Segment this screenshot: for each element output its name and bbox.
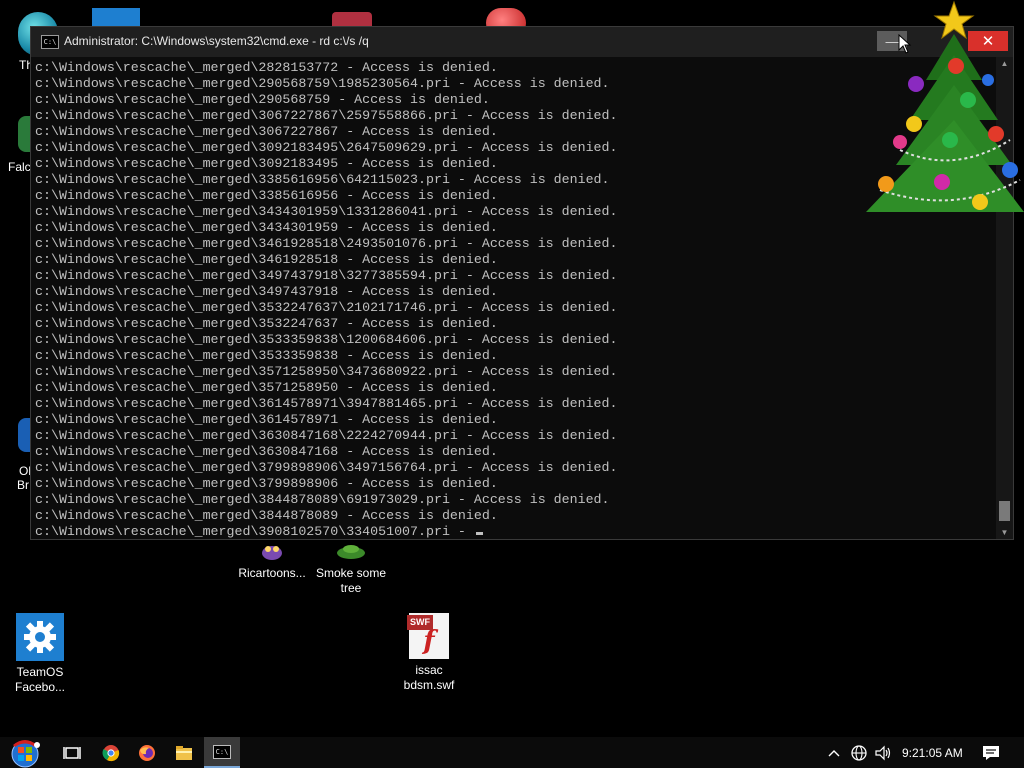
console-line: c:\Windows\rescache\_merged\3571258950\3…	[35, 364, 618, 379]
console-line: c:\Windows\rescache\_merged\3571258950 -…	[35, 380, 498, 395]
task-view-icon[interactable]	[58, 737, 86, 768]
gear-icon	[16, 613, 64, 661]
console-line: c:\Windows\rescache\_merged\3614578971 -…	[35, 412, 498, 427]
console-line: c:\Windows\rescache\_merged\3908102570\3…	[35, 524, 995, 539]
file-explorer-icon[interactable]	[170, 737, 198, 768]
console-line: c:\Windows\rescache\_merged\3461928518\2…	[35, 236, 618, 251]
mouse-pointer-icon	[898, 33, 912, 59]
console-line: c:\Windows\rescache\_merged\2828153772 -…	[35, 60, 498, 75]
scroll-down-arrow-icon[interactable]: ▼	[996, 528, 1013, 537]
swf-file-icon: SWF f	[407, 613, 449, 659]
console-line: c:\Windows\rescache\_merged\3844878089 -…	[35, 508, 498, 523]
console-line: c:\Windows\rescache\_merged\3092183495 -…	[35, 156, 498, 171]
console-line: c:\Windows\rescache\_merged\3844878089\6…	[35, 492, 610, 507]
console-line: c:\Windows\rescache\_merged\290568759\19…	[35, 76, 610, 91]
desktop-icon-teamos[interactable]: TeamOS Facebo...	[0, 613, 80, 695]
console-line: c:\Windows\rescache\_merged\3385616956 -…	[35, 188, 498, 203]
console-line: c:\Windows\rescache\_merged\3385616956\6…	[35, 172, 610, 187]
volume-icon[interactable]	[874, 737, 892, 768]
cmd-window-icon[interactable]: C:\	[41, 35, 59, 49]
console-line: c:\Windows\rescache\_merged\3434301959 -…	[35, 220, 498, 235]
console-line: c:\Windows\rescache\_merged\3532247637\2…	[35, 300, 618, 315]
console-line: c:\Windows\rescache\_merged\3532247637 -…	[35, 316, 498, 331]
console-line: c:\Windows\rescache\_merged\3067227867 -…	[35, 124, 498, 139]
network-icon[interactable]	[850, 737, 868, 768]
console-line: c:\Windows\rescache\_merged\3434301959\1…	[35, 204, 618, 219]
notification-icon[interactable]	[982, 737, 1000, 768]
chrome-icon[interactable]	[98, 737, 124, 768]
desktop-icon-smoke[interactable]: Smoke some tree	[311, 540, 391, 596]
console-line: c:\Windows\rescache\_merged\3092183495\2…	[35, 140, 618, 155]
desktop-icon-label: Smoke some tree	[315, 566, 387, 595]
desktop-icon-label: issac bdsm.swf	[403, 663, 455, 692]
cmd-icon: C:\	[213, 744, 231, 759]
console-line: c:\Windows\rescache\_merged\3067227867\2…	[35, 108, 618, 123]
window-title: Administrator: C:\Windows\system32\cmd.e…	[64, 34, 369, 48]
console-line: c:\Windows\rescache\_merged\290568759 - …	[35, 92, 490, 107]
text-cursor	[475, 532, 483, 535]
cartoon-shortcut-icon	[248, 540, 296, 562]
chevron-up-icon[interactable]	[828, 737, 840, 768]
desktop-icon-label: TeamOS Facebo...	[14, 665, 66, 694]
start-orb-icon[interactable]	[6, 737, 44, 768]
console-line: c:\Windows\rescache\_merged\3799898906\3…	[35, 460, 618, 475]
firefox-icon[interactable]	[134, 737, 160, 768]
taskbar-clock[interactable]: 9:21:05 AM	[902, 737, 963, 768]
console-line: c:\Windows\rescache\_merged\3497437918\3…	[35, 268, 618, 283]
console-output[interactable]: c:\Windows\rescache\_merged\2828153772 -…	[31, 57, 995, 539]
console-line: c:\Windows\rescache\_merged\3461928518 -…	[35, 252, 498, 267]
desktop-label-br: Br	[17, 478, 29, 492]
desktop-label-falc: Falc	[8, 160, 31, 174]
desktop-icon-issac[interactable]: SWF f issac bdsm.swf	[389, 613, 469, 693]
console-line: c:\Windows\rescache\_merged\3497437918 -…	[35, 284, 498, 299]
console-line: c:\Windows\rescache\_merged\3614578971\3…	[35, 396, 618, 411]
scrollbar-thumb[interactable]	[999, 501, 1010, 521]
christmas-tree-decoration	[860, 0, 1024, 240]
desktop-icon-ricartoons[interactable]: Ricartoons...	[232, 540, 312, 581]
console-line: c:\Windows\rescache\_merged\3630847168\2…	[35, 428, 618, 443]
console-line: c:\Windows\rescache\_merged\3533359838 -…	[35, 348, 498, 363]
console-line: c:\Windows\rescache\_merged\3630847168 -…	[35, 444, 498, 459]
console-line: c:\Windows\rescache\_merged\3799898906 -…	[35, 476, 498, 491]
console-line: c:\Windows\rescache\_merged\3533359838\1…	[35, 332, 618, 347]
taskbar: C:\ 9:21:05 AM	[0, 737, 1024, 768]
desktop-icon-label: Ricartoons...	[238, 566, 306, 580]
cmd-taskbar-button[interactable]: C:\	[204, 737, 240, 768]
swf-badge: SWF	[407, 615, 433, 630]
plant-shortcut-icon	[327, 540, 375, 562]
